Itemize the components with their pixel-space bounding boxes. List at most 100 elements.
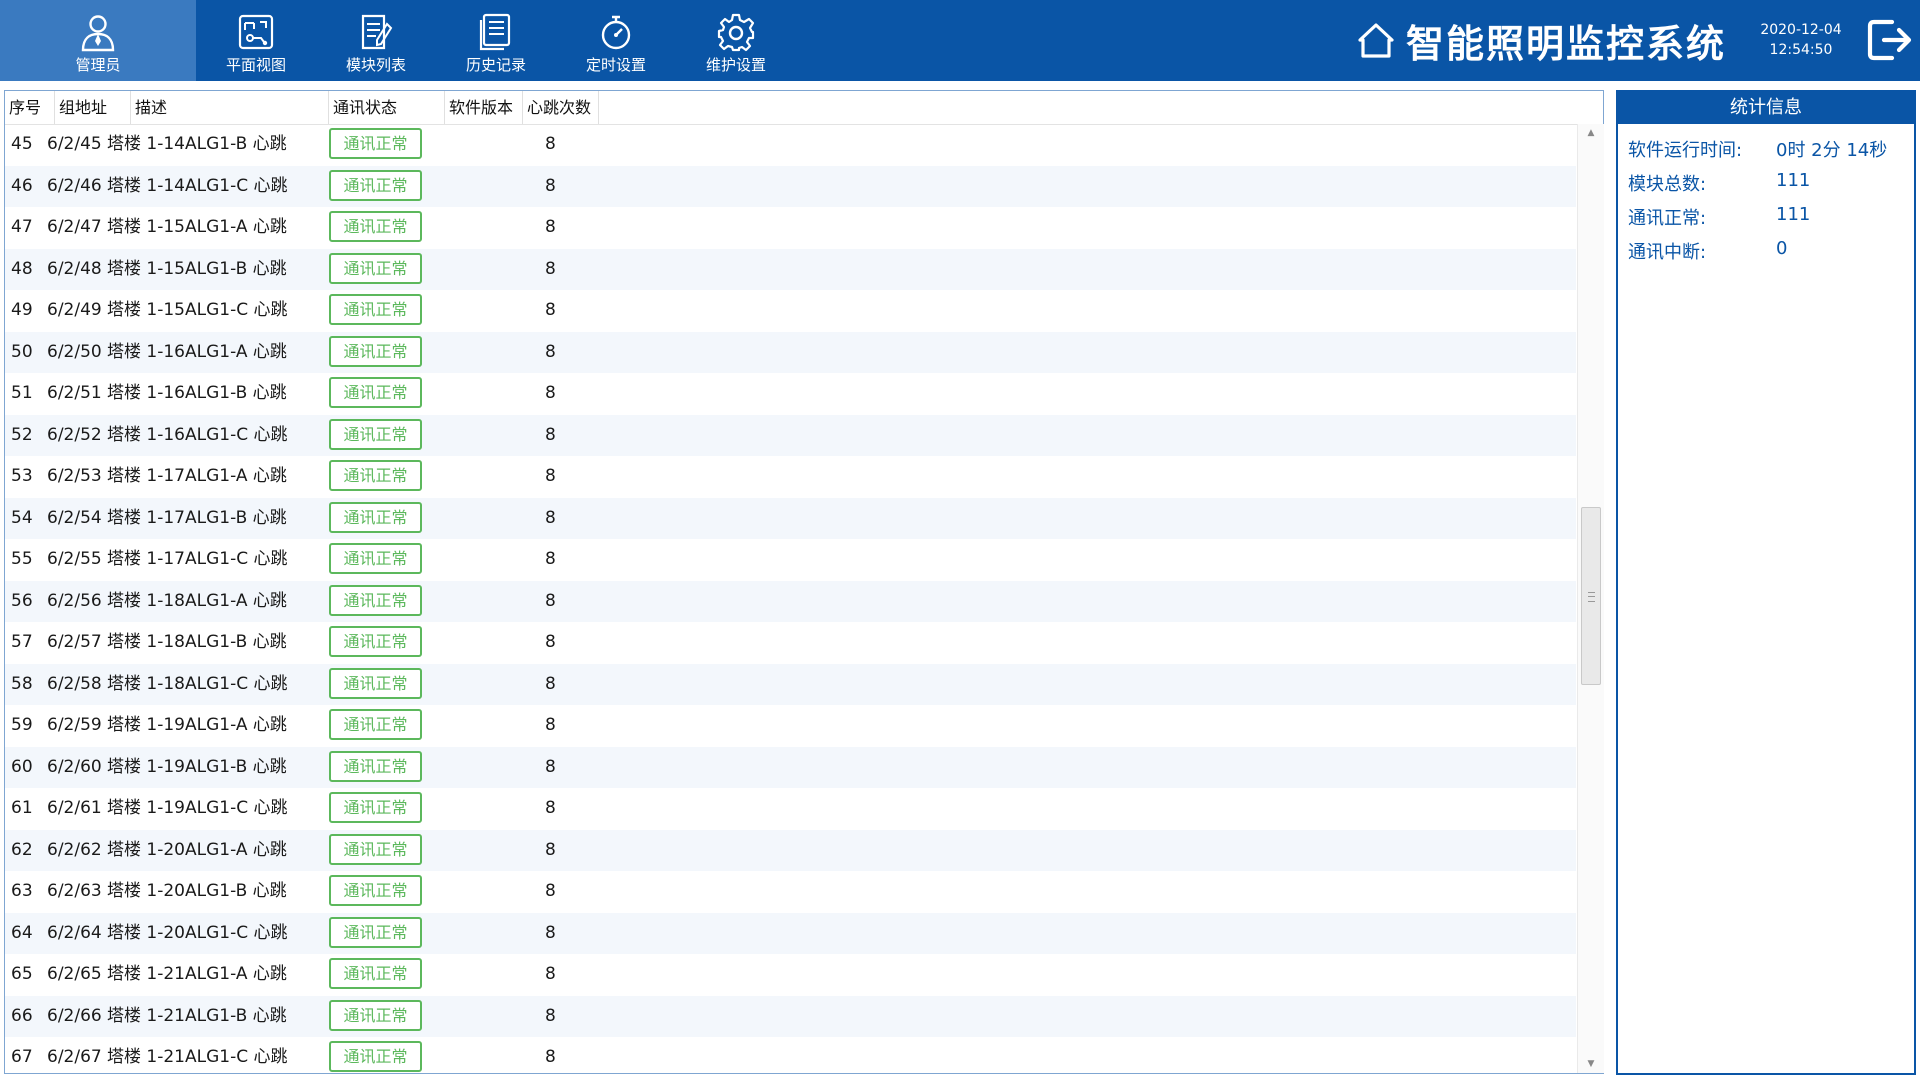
table-row[interactable]: 65 6/2/65 塔楼 1-21ALG1-A 心跳 8 通讯正常 (5, 954, 1576, 996)
table-row[interactable]: 49 6/2/49 塔楼 1-15ALG1-C 心跳 8 通讯正常 (5, 290, 1576, 332)
table-header: 序号 组地址 描述 通讯状态 软件版本 心跳次数 (5, 91, 1587, 125)
cell-address: 6/2/62 (47, 839, 102, 860)
table-row[interactable]: 45 6/2/45 塔楼 1-14ALG1-B 心跳 8 通讯正常 (5, 124, 1576, 166)
col-no[interactable]: 序号 (5, 91, 55, 124)
table-row[interactable]: 57 6/2/57 塔楼 1-18ALG1-B 心跳 8 通讯正常 (5, 622, 1576, 664)
cell-no: 45 (11, 134, 33, 154)
cell-address: 6/2/61 (47, 798, 102, 818)
table-row[interactable]: 62 6/2/62 塔楼 1-20ALG1-A 心跳 8 通讯正常 (5, 829, 1576, 871)
nav-timer-label: 定时设置 (585, 56, 646, 74)
cell-address: 6/2/46 (47, 175, 102, 196)
nav-admin[interactable]: 管理员 (0, 0, 196, 81)
nav-maintenance[interactable]: 维护设置 (677, 0, 795, 81)
stat-comm-ok-value: 111 (1776, 204, 1811, 225)
floor-plan-icon (238, 14, 274, 50)
cell-description: 塔楼 1-14ALG1-C 心跳 (107, 175, 288, 196)
scroll-thumb[interactable] (1581, 507, 1601, 685)
status-badge: 通讯正常 (329, 792, 422, 823)
stat-comm-ok: 通讯正常: 111 (1618, 198, 1914, 232)
timer-icon (601, 15, 631, 50)
vertical-scrollbar[interactable]: ▲ ▼ (1577, 124, 1604, 1073)
status-badge: 通讯正常 (329, 999, 422, 1031)
module-table: 序号 组地址 描述 通讯状态 软件版本 心跳次数 45 6/2/45 塔楼 1-14… (4, 90, 1604, 1074)
cell-heartbeat-count: 8 (545, 798, 556, 818)
table-row[interactable]: 61 6/2/61 塔楼 1-19ALG1-C 心跳 8 通讯正常 (5, 788, 1576, 830)
logout-icon[interactable] (1866, 16, 1912, 64)
table-row[interactable]: 51 6/2/51 塔楼 1-16ALG1-B 心跳 8 通讯正常 (5, 373, 1576, 415)
scroll-down-arrow-icon[interactable]: ▼ (1578, 1055, 1604, 1073)
cell-address: 6/2/60 (47, 756, 102, 777)
table-row[interactable]: 47 6/2/47 塔楼 1-15ALG1-A 心跳 8 通讯正常 (5, 207, 1576, 249)
status-badge: 通讯正常 (329, 460, 422, 491)
table-row[interactable]: 52 6/2/52 塔楼 1-16ALG1-C 心跳 8 通讯正常 (5, 414, 1576, 456)
status-badge: 通讯正常 (329, 418, 422, 450)
cell-description: 塔楼 1-18ALG1-B 心跳 (107, 632, 287, 652)
table-row[interactable]: 59 6/2/59 塔楼 1-19ALG1-A 心跳 8 通讯正常 (5, 705, 1576, 747)
cell-description: 塔楼 1-19ALG1-B 心跳 (107, 756, 287, 777)
scroll-up-arrow-icon[interactable]: ▲ (1578, 124, 1604, 142)
cell-no: 57 (11, 632, 33, 652)
table-row[interactable]: 50 6/2/50 塔楼 1-16ALG1-A 心跳 8 通讯正常 (5, 331, 1576, 373)
cell-description: 塔楼 1-17ALG1-C 心跳 (107, 549, 288, 569)
status-badge: 通讯正常 (329, 667, 422, 699)
col-comm-status[interactable]: 通讯状态 (329, 91, 445, 124)
cell-heartbeat-count: 8 (545, 1047, 556, 1067)
status-badge: 通讯正常 (329, 377, 422, 408)
col-software-version[interactable]: 软件版本 (445, 91, 523, 124)
nav-timer[interactable]: 定时设置 (557, 0, 675, 81)
table-body: 45 6/2/45 塔楼 1-14ALG1-B 心跳 8 通讯正常 46 6/2/46 塔楼 … (5, 124, 1576, 1074)
table-row[interactable]: 54 6/2/54 塔楼 1-17ALG1-B 心跳 8 通讯正常 (5, 497, 1576, 539)
table-row[interactable]: 58 6/2/58 塔楼 1-18ALG1-C 心跳 8 通讯正常 (5, 663, 1576, 705)
cell-description: 塔楼 1-18ALG1-C 心跳 (107, 673, 288, 694)
stats-list: 软件运行时间: 0时 2分 14秒 模块总数: 111 通讯正常: 111 通讯… (1618, 124, 1914, 266)
cell-description: 塔楼 1-21ALG1-C 心跳 (107, 1047, 288, 1067)
status-badge: 通讯正常 (329, 1041, 422, 1072)
status-badge: 通讯正常 (329, 335, 422, 367)
table-row[interactable]: 63 6/2/63 塔楼 1-20ALG1-B 心跳 8 通讯正常 (5, 871, 1576, 913)
cell-description: 塔楼 1-21ALG1-B 心跳 (107, 1005, 287, 1026)
cell-description: 塔楼 1-17ALG1-B 心跳 (107, 507, 287, 528)
nav-history[interactable]: 历史记录 (437, 0, 555, 81)
nav-floor-plan-label: 平面视图 (225, 56, 286, 74)
table-row[interactable]: 66 6/2/66 塔楼 1-21ALG1-B 心跳 8 通讯正常 (5, 995, 1576, 1037)
table-row[interactable]: 64 6/2/64 塔楼 1-20ALG1-C 心跳 8 通讯正常 (5, 912, 1576, 954)
cell-heartbeat-count: 8 (545, 1005, 556, 1026)
table-row[interactable]: 53 6/2/53 塔楼 1-17ALG1-A 心跳 8 通讯正常 (5, 456, 1576, 498)
nav-module-list[interactable]: 模块列表 (317, 0, 435, 81)
table-row[interactable]: 46 6/2/46 塔楼 1-14ALG1-C 心跳 8 通讯正常 (5, 165, 1576, 207)
table-row[interactable]: 56 6/2/56 塔楼 1-18ALG1-A 心跳 8 通讯正常 (5, 580, 1576, 622)
table-row[interactable]: 60 6/2/60 塔楼 1-19ALG1-B 心跳 8 通讯正常 (5, 746, 1576, 788)
clock: 2020-12-04 12:54:50 (1750, 20, 1852, 60)
stat-module-total-value: 111 (1776, 170, 1811, 191)
cell-no: 52 (11, 424, 33, 445)
stat-runtime-label: 软件运行时间: (1628, 140, 1743, 161)
table-row[interactable]: 48 6/2/48 塔楼 1-15ALG1-B 心跳 8 通讯正常 (5, 248, 1576, 290)
col-address[interactable]: 组地址 (55, 91, 131, 124)
cell-address: 6/2/56 (47, 590, 102, 611)
home-icon[interactable] (1356, 20, 1396, 60)
cell-no: 53 (11, 466, 33, 486)
cell-address: 6/2/55 (47, 549, 102, 569)
table-row[interactable]: 55 6/2/55 塔楼 1-17ALG1-C 心跳 8 通讯正常 (5, 539, 1576, 581)
cell-heartbeat-count: 8 (545, 134, 556, 154)
nav-floor-plan[interactable]: 平面视图 (197, 0, 315, 81)
history-record-icon (479, 13, 511, 51)
cell-heartbeat-count: 8 (545, 590, 556, 611)
status-badge: 通讯正常 (329, 958, 422, 989)
cell-no: 46 (11, 175, 33, 196)
cell-address: 6/2/67 (47, 1047, 102, 1067)
cell-description: 塔楼 1-16ALG1-B 心跳 (107, 383, 287, 403)
cell-no: 66 (11, 1005, 33, 1026)
clock-date: 2020-12-04 (1760, 22, 1842, 38)
cell-description: 塔楼 1-20ALG1-C 心跳 (107, 922, 288, 943)
stat-comm-down: 通讯中断: 0 (1618, 232, 1914, 266)
stat-runtime: 软件运行时间: 0时 2分 14秒 (1618, 130, 1914, 164)
col-description[interactable]: 描述 (131, 91, 329, 124)
stats-panel: 统计信息 软件运行时间: 0时 2分 14秒 模块总数: 111 通讯正常: 1… (1616, 90, 1916, 1075)
cell-description: 塔楼 1-20ALG1-A 心跳 (107, 839, 287, 860)
cell-no: 49 (11, 300, 33, 320)
table-row[interactable]: 67 6/2/67 塔楼 1-21ALG1-C 心跳 8 通讯正常 (5, 1037, 1576, 1074)
cell-description: 塔楼 1-14ALG1-B 心跳 (107, 134, 287, 154)
cell-heartbeat-count: 8 (545, 673, 556, 694)
col-heartbeat-count[interactable]: 心跳次数 (523, 91, 599, 124)
